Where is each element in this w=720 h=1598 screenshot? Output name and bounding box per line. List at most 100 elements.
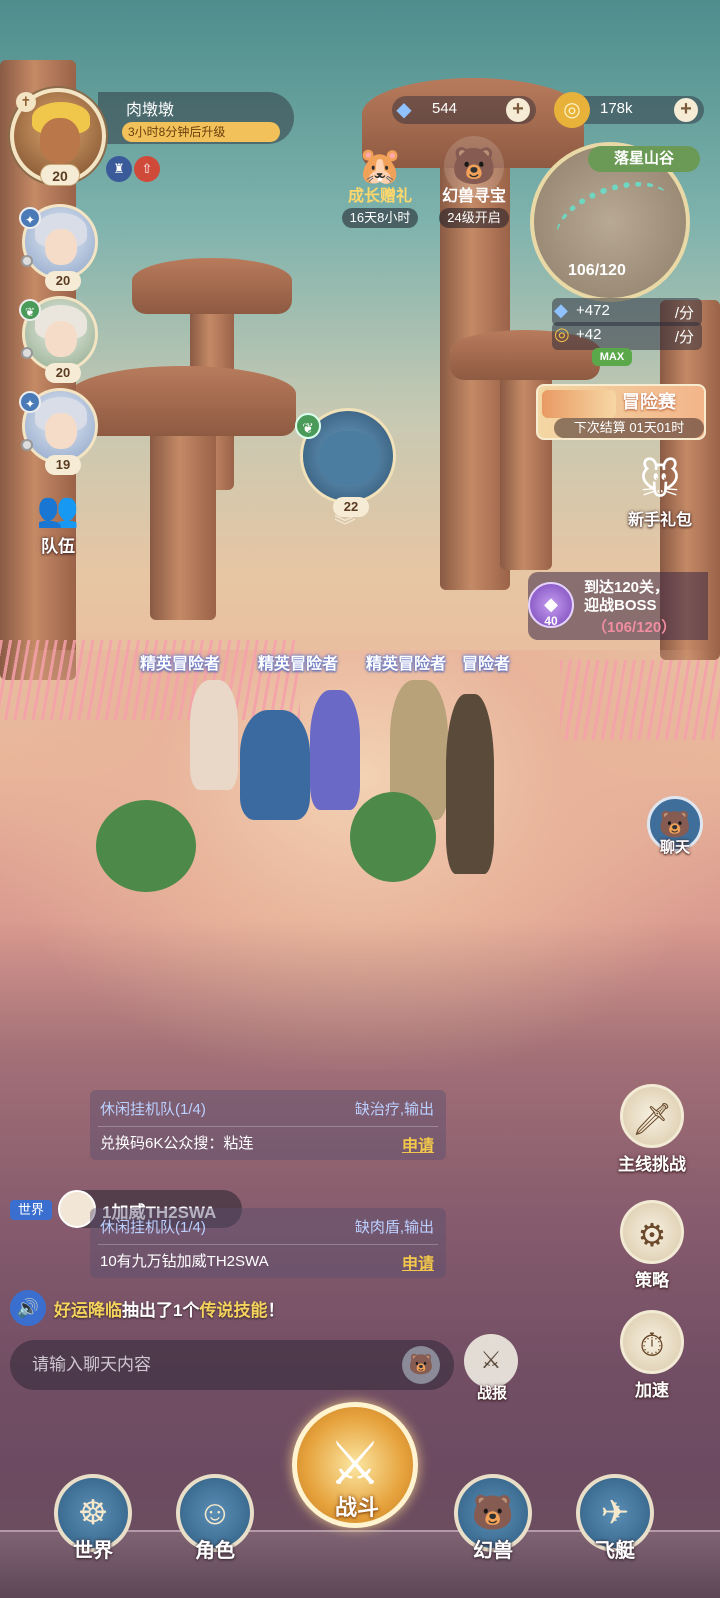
chat-button[interactable]: 🐻 聊天 xyxy=(644,796,706,866)
beast-hunt-button[interactable]: 🐻 幻兽寻宝 24级开启 xyxy=(424,136,524,228)
strategy-label: 策略 xyxy=(635,1271,669,1290)
growth-gift-button[interactable]: 🐹 成长赠礼 16天8小时 xyxy=(330,136,430,228)
guild-icon[interactable]: ♜ xyxy=(106,156,132,182)
nav-world[interactable]: ☸ 世界 xyxy=(48,1474,138,1563)
leaf-icon: ❦ xyxy=(19,299,41,321)
announce-end: ！ xyxy=(267,1301,285,1320)
player-panel[interactable]: ✝ 20 肉墩墩 3小时8分钟后升级 ♜ ⇧ xyxy=(10,88,295,186)
party-level: 19 xyxy=(45,455,81,475)
grass xyxy=(560,660,720,740)
pillar-capital xyxy=(70,366,296,436)
elite-tag: 冒险者 xyxy=(462,656,511,673)
newbie-gift-button[interactable]: 🐭 新手礼包 xyxy=(612,456,708,530)
adventure-portraits xyxy=(542,390,616,418)
add-gold-button[interactable]: + xyxy=(674,98,698,122)
gold-value: 178k xyxy=(600,100,633,117)
apply-button[interactable]: 申请 xyxy=(402,1250,434,1274)
battle-report-button[interactable]: ⚔ 战报 xyxy=(464,1334,520,1403)
team-label: 队伍 xyxy=(41,537,75,556)
team-name: 休闲挂机队(1/4) xyxy=(100,1101,206,1118)
nav-airship-label: 飞艇 xyxy=(595,1540,635,1562)
rate-unit: /分 xyxy=(674,329,694,346)
elite-tags: 精英冒险者 精英冒险者 精英冒险者 冒险者 xyxy=(140,650,550,680)
team-message: 10有九万钻加威TH2SWA xyxy=(100,1253,269,1270)
speed-icon: ⏱ xyxy=(620,1310,684,1374)
party-member-1[interactable]: ✦ 20 xyxy=(19,204,98,291)
hero-sprite xyxy=(446,694,494,874)
sword-icon: 🗡 xyxy=(620,1084,684,1148)
diamond-icon: ◆ xyxy=(396,99,412,121)
growth-gift-timer: 16天8小时 xyxy=(341,208,419,228)
party-member-2[interactable]: ❦ 20 xyxy=(19,296,98,383)
gold-coin-icon: ◎ xyxy=(554,92,590,128)
gold-coin-icon: ◎ xyxy=(554,324,570,344)
elite-tag: 精英冒险者 xyxy=(366,656,447,673)
growth-gift-title: 成长赠礼 xyxy=(347,188,412,205)
beast-hunt-title: 幻兽寻宝 xyxy=(441,188,506,205)
announce-highlight: 传说技能 xyxy=(199,1301,268,1320)
minimap[interactable]: 落星山谷 106/120 xyxy=(530,142,708,302)
beast-hunt-status: 24级开启 xyxy=(439,208,509,228)
nav-world-label: 世界 xyxy=(73,1540,113,1562)
announce-lead: 好运降临 xyxy=(54,1301,122,1320)
diamond-rate-value: +472 xyxy=(576,302,610,319)
emoji-icon[interactable]: 🐻 xyxy=(402,1346,440,1384)
party-level: 20 xyxy=(45,363,81,383)
hero-sprite xyxy=(240,710,310,820)
level-up-icon[interactable]: ⇧ xyxy=(134,156,160,182)
nav-character[interactable]: ☺ 角色 xyxy=(170,1474,260,1563)
pillar-capital xyxy=(132,258,292,314)
gear-icon: ⚙ xyxy=(620,1200,684,1264)
team-need: 缺肉盾,输出 xyxy=(354,1219,434,1236)
strategy-button[interactable]: ⚙ 策略 xyxy=(604,1200,700,1291)
battle-report-label: 战报 xyxy=(476,1385,507,1402)
adventure-race-button[interactable]: 冒险赛 下次结算 01天01时 xyxy=(536,384,706,440)
speaker-icon: 🔊 xyxy=(10,1290,46,1326)
leaf-icon: ❦ xyxy=(295,413,321,439)
world-channel-tag: 世界 xyxy=(10,1200,52,1220)
battle-report-icon: ⚔ xyxy=(464,1334,518,1388)
team-name: 休闲挂机队(1/4) xyxy=(100,1219,206,1236)
penguin-sprite xyxy=(96,800,196,892)
player-level: 20 xyxy=(40,164,80,186)
main-challenge-button[interactable]: 🗡 主线挑战 xyxy=(604,1084,700,1175)
nav-beast-label: 幻兽 xyxy=(473,1540,513,1562)
elite-tag: 精英冒险者 xyxy=(140,656,221,673)
gold-rate: ◎ +42 /分 xyxy=(552,322,702,350)
max-badge: MAX xyxy=(592,348,632,366)
apply-button[interactable]: 申请 xyxy=(402,1132,434,1156)
wind-icon: ✦ xyxy=(19,391,41,413)
nav-fight[interactable]: ⚔ 战斗 xyxy=(292,1402,422,1528)
penguin-sprite xyxy=(350,792,436,882)
announce-mid: 抽出了1个 xyxy=(122,1301,200,1320)
party-member-3[interactable]: ✦ 19 xyxy=(19,388,98,475)
team-icon: 👥 xyxy=(36,491,80,529)
diamond-icon: ◆ xyxy=(554,300,568,320)
nav-beast[interactable]: 🐻 幻兽 xyxy=(448,1474,538,1563)
speed-up-button[interactable]: ⏱ 加速 xyxy=(604,1310,700,1401)
wind-icon: ✦ xyxy=(19,207,41,229)
hero-sprite xyxy=(190,680,238,790)
nav-fight-label: 战斗 xyxy=(334,1495,379,1520)
team-button[interactable]: 👥 队伍 xyxy=(28,488,88,557)
add-diamond-button[interactable]: + xyxy=(506,98,530,122)
party-level: 20 xyxy=(45,271,81,291)
adventure-title: 冒险赛 xyxy=(622,392,676,412)
boss-progress: （106/120） xyxy=(592,619,677,636)
purple-gem-icon: ◆ 40 xyxy=(528,582,574,628)
boss-progress-panel[interactable]: ◆ 40 到达120关， 迎战BOSS （106/120） xyxy=(528,572,708,640)
diamond-value: 544 xyxy=(432,100,458,117)
nav-character-label: 角色 xyxy=(195,1540,235,1562)
upgrade-timer: 3小时8分钟后升级 xyxy=(122,122,280,142)
cross-icon: ✝ xyxy=(16,92,36,112)
pet-portrait[interactable]: ❦ 22 xyxy=(295,408,396,517)
gold-counter: ◎ 178k + xyxy=(554,92,704,128)
nav-airship[interactable]: ✈ 飞艇 xyxy=(570,1474,660,1563)
gold-rate-value: +42 xyxy=(576,326,602,343)
adventure-settlement: 下次结算 01天01时 xyxy=(554,418,704,438)
diamond-counter: ◆ 544 + xyxy=(392,96,536,124)
chat-input[interactable] xyxy=(32,1352,392,1378)
boss-line2: 迎战BOSS xyxy=(584,597,657,614)
main-challenge-label: 主线挑战 xyxy=(618,1155,686,1174)
team-need: 缺治疗,输出 xyxy=(354,1101,434,1118)
